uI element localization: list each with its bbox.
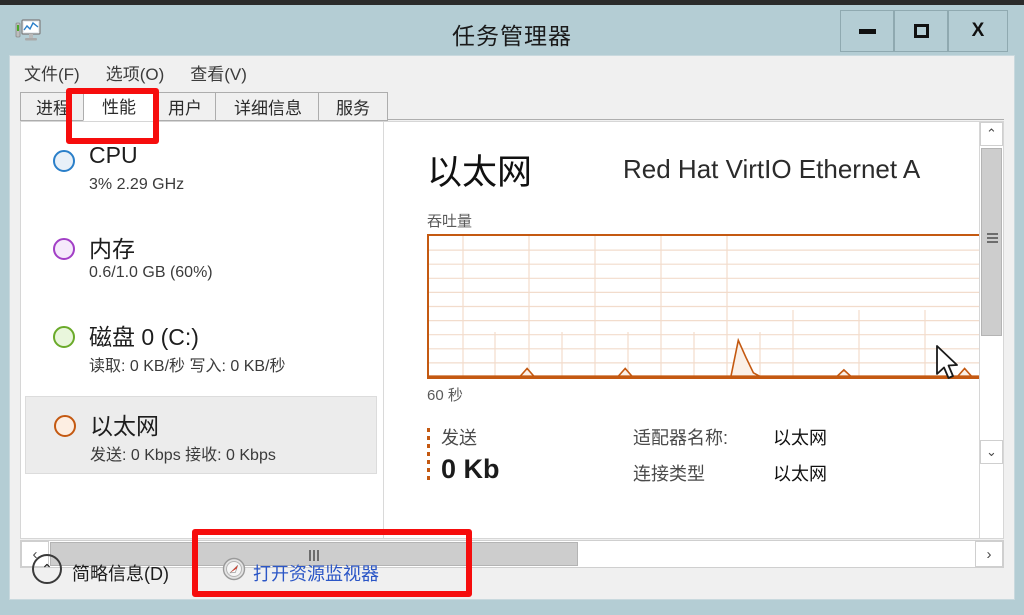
resource-item-cpu[interactable]: CPU 3% 2.29 GHz: [25, 132, 377, 210]
title-bar: 任务管理器 X: [0, 5, 1024, 55]
status-bar: ⌃ 简略信息(D) 打开资源监视器: [10, 554, 1014, 599]
adapter-model-label: Red Hat VirtIO Ethernet A: [623, 154, 921, 184]
scrollbar-grip-icon: [987, 233, 998, 244]
throughput-graph-svg: [429, 236, 981, 377]
resource-item-ethernet[interactable]: 以太网 发送: 0 Kbps 接收: 0 Kbps: [25, 396, 377, 474]
detail-title: 以太网: [427, 153, 533, 192]
tab-processes[interactable]: 进程: [20, 92, 86, 121]
tab-performance[interactable]: 性能: [83, 90, 155, 121]
throughput-graph[interactable]: [427, 234, 981, 379]
maximize-button[interactable]: [894, 10, 948, 52]
ethernet-dot-icon: [54, 415, 76, 437]
close-button[interactable]: X: [948, 10, 1008, 52]
graph-time-label: 60 秒: [427, 387, 463, 404]
resource-item-memory[interactable]: 内存 0.6/1.0 GB (60%): [25, 220, 377, 298]
resource-sub-cpu: 3% 2.29 GHz: [89, 176, 185, 193]
send-legend-value: 0 Kb: [441, 454, 500, 484]
tab-strip: 进程 性能 用户 详细信息 服务: [10, 88, 1014, 121]
info-key-connection-type: 连接类型: [633, 464, 705, 484]
scroll-down-arrow-icon[interactable]: ⌄: [980, 440, 1003, 464]
fewer-details-button[interactable]: 简略信息(D): [72, 560, 169, 586]
graph-axis-label: 吞吐量: [427, 213, 473, 230]
menu-item-view[interactable]: 查看(V): [190, 60, 247, 85]
open-resource-monitor-link[interactable]: 打开资源监视器: [253, 560, 379, 586]
tab-services[interactable]: 服务: [318, 92, 388, 121]
vertical-scrollbar-thumb[interactable]: [981, 148, 1002, 336]
resource-name-ethernet: 以太网: [90, 413, 159, 439]
send-legend-marker-icon: [427, 428, 430, 484]
resource-sub-disk: 读取: 0 KB/秒 写入: 0 KB/秒: [89, 358, 286, 375]
resource-name-disk: 磁盘 0 (C:): [89, 324, 199, 350]
scroll-right-arrow-icon[interactable]: ›: [975, 541, 1003, 567]
info-row-adapter-name: 适配器名称: 以太网: [633, 424, 827, 450]
minimize-button[interactable]: [840, 10, 894, 52]
menu-item-options[interactable]: 选项(O): [106, 60, 165, 85]
status-separator: [196, 560, 197, 584]
menu-bar: 文件(F) 选项(O) 查看(V): [10, 56, 1014, 88]
minimize-icon: [858, 28, 876, 34]
info-value-connection-type: 以太网: [773, 464, 827, 484]
vertical-scrollbar[interactable]: ⌃ ⌄: [979, 122, 1003, 538]
scroll-up-arrow-icon[interactable]: ⌃: [980, 122, 1003, 146]
resource-monitor-icon: [222, 557, 246, 581]
disk-dot-icon: [53, 326, 75, 348]
client-area: 文件(F) 选项(O) 查看(V) 进程 性能 用户 详细信息 服务 CPU 3…: [9, 55, 1015, 600]
info-row-connection-type: 连接类型 以太网: [633, 460, 827, 486]
tab-users[interactable]: 用户: [152, 92, 218, 121]
maximize-icon: [913, 24, 929, 38]
task-manager-window: 任务管理器 X 文件(F) 选项(O) 查看(V) 进程 性能 用户 详细信息 …: [0, 0, 1024, 615]
resource-sub-memory: 0.6/1.0 GB (60%): [89, 264, 213, 281]
chevron-up-icon[interactable]: ⌃: [32, 554, 62, 584]
tab-details[interactable]: 详细信息: [215, 92, 321, 121]
resource-name-cpu: CPU: [89, 142, 138, 168]
info-value-adapter-name: 以太网: [773, 428, 827, 448]
cpu-dot-icon: [53, 150, 75, 172]
task-manager-icon: [14, 18, 42, 44]
info-key-adapter-name: 适配器名称:: [633, 428, 729, 448]
menu-item-file[interactable]: 文件(F): [24, 60, 80, 85]
detail-pane: 以太网 Red Hat VirtIO Ethernet A 吞吐量 60 秒 发…: [385, 122, 981, 538]
close-icon: X: [971, 20, 985, 41]
resource-list: CPU 3% 2.29 GHz 内存 0.6/1.0 GB (60%) 磁盘 0…: [21, 122, 384, 538]
resource-name-memory: 内存: [89, 236, 135, 262]
performance-content: CPU 3% 2.29 GHz 内存 0.6/1.0 GB (60%) 磁盘 0…: [20, 121, 1004, 539]
resource-item-disk[interactable]: 磁盘 0 (C:) 读取: 0 KB/秒 写入: 0 KB/秒: [25, 308, 377, 386]
resource-sub-ethernet: 发送: 0 Kbps 接收: 0 Kbps: [90, 447, 276, 464]
memory-dot-icon: [53, 238, 75, 260]
send-legend-label: 发送: [441, 428, 477, 448]
